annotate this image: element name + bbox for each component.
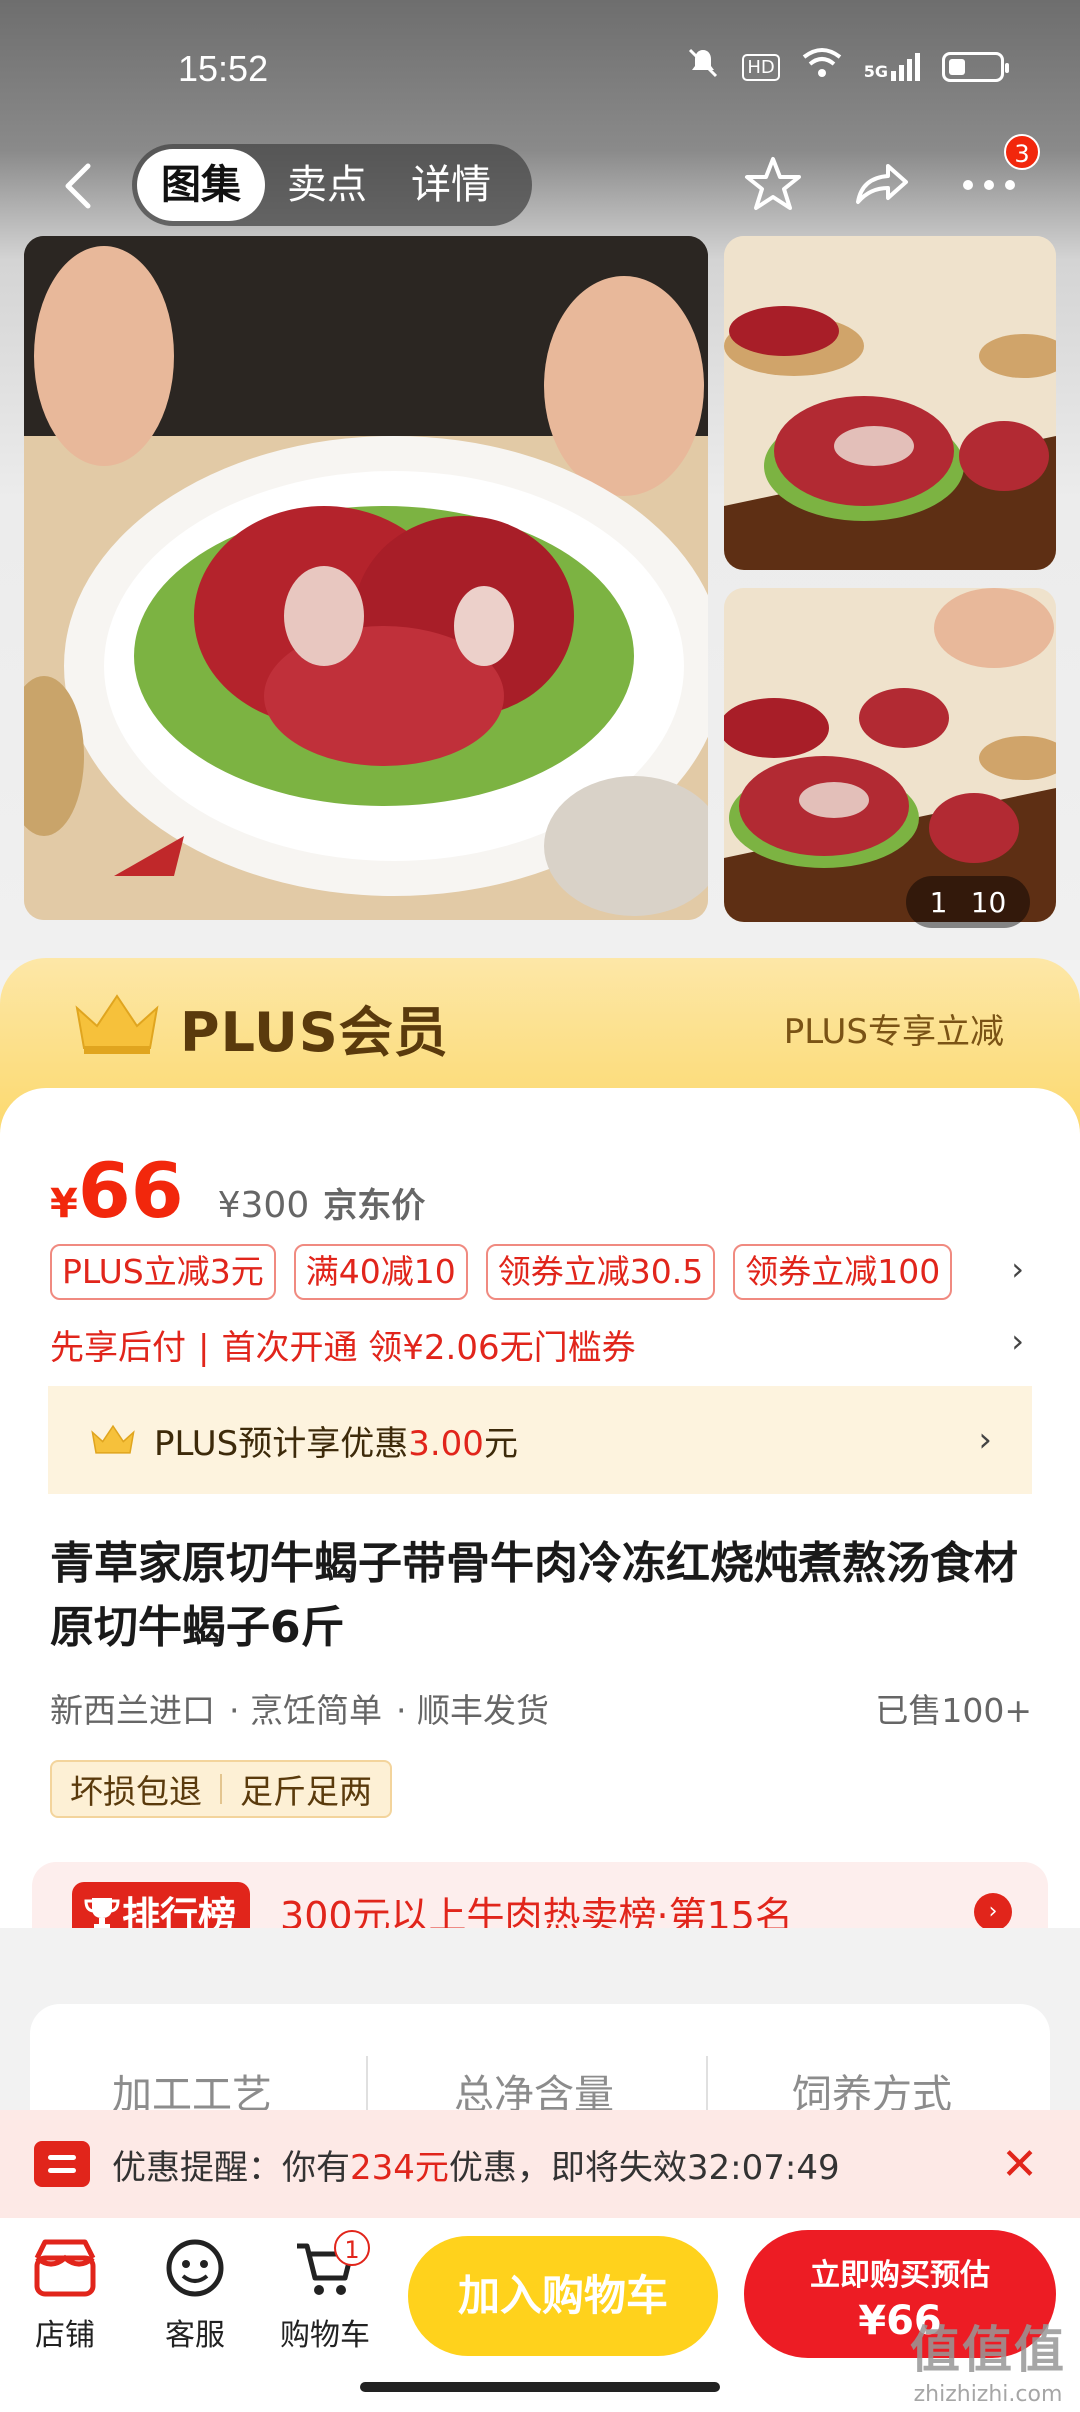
home-indicator[interactable] bbox=[360, 2382, 720, 2392]
chevron-left-icon bbox=[65, 163, 91, 209]
guarantee-item: 足斤足两 bbox=[240, 1772, 372, 1811]
nav-bar: 图集 卖点 详情 3 bbox=[0, 134, 1080, 230]
pay-later-label: 先享后付 bbox=[50, 1328, 186, 1368]
5g-signal-icon: 5G bbox=[864, 53, 920, 81]
price-row: ¥ 66 ¥300 京东价 bbox=[50, 1146, 425, 1235]
pay-later-offer: 首次开通 领¥2.06无门槛券 bbox=[221, 1328, 636, 1368]
share-button[interactable] bbox=[848, 152, 914, 218]
crown-icon bbox=[75, 994, 159, 1054]
site-watermark: 值值值 zhizhizhi.com bbox=[910, 2310, 1066, 2407]
cart-button[interactable]: 1 购物车 bbox=[270, 2230, 380, 2354]
product-features: 新西兰进口 · 烹饪简单 · 顺丰发货 bbox=[50, 1684, 549, 1732]
divider bbox=[706, 2056, 708, 2116]
divider bbox=[220, 1774, 222, 1804]
watermark-logo: 值值值 bbox=[910, 2321, 1066, 2379]
status-bar: 15:52 HD 5G bbox=[0, 0, 1080, 130]
discount-reminder-bar[interactable]: 优惠提醒：你有234元优惠，即将失效32:07:49 ✕ bbox=[0, 2110, 1080, 2218]
promo-tags[interactable]: PLUS立减3元 满40减10 领券立减30.5 领券立减100 bbox=[50, 1244, 953, 1300]
promo-more-icon[interactable]: › bbox=[1011, 1250, 1024, 1288]
status-icons: HD 5G bbox=[686, 46, 1009, 88]
more-dots-icon bbox=[963, 180, 1015, 190]
beef-board-image bbox=[724, 236, 1056, 570]
watermark-url: zhizhizhi.com bbox=[913, 2382, 1063, 2407]
close-icon[interactable]: ✕ bbox=[1001, 2139, 1038, 2190]
gallery-counter: 1 10 bbox=[906, 876, 1030, 928]
price-symbol: ¥ bbox=[50, 1181, 78, 1227]
status-time: 15:52 bbox=[178, 48, 269, 89]
spec-section: 加工工艺 总净含量 饲养方式 bbox=[0, 1928, 1080, 2204]
feature-item: · 烹饪简单 bbox=[229, 1691, 382, 1730]
shop-label: 店铺 bbox=[35, 2318, 95, 2353]
beef-hand-image bbox=[724, 588, 1056, 922]
guarantee-badges[interactable]: 坏损包退 足斤足两 bbox=[50, 1760, 392, 1818]
back-button[interactable] bbox=[52, 158, 108, 214]
promo-tag[interactable]: PLUS立减3元 bbox=[50, 1244, 276, 1300]
reminder-text: 优惠提醒：你有234元优惠，即将失效32:07:49 bbox=[112, 2147, 840, 2188]
plus-estimate-text: PLUS预计享优惠3.00元 bbox=[154, 1423, 518, 1464]
plus-exclusive-label: PLUS专享立减 bbox=[783, 1012, 1004, 1052]
buy-now-label: 立即购买预估 bbox=[810, 2258, 990, 2293]
product-title: 青草家原切牛蝎子带骨牛肉冷冻红烧炖煮熬汤食材 原切牛蝎子6斤 bbox=[50, 1538, 1018, 1653]
divider: | bbox=[198, 1328, 210, 1368]
gallery-area: 15:52 HD 5G 图集 卖点 详情 3 1 10 bbox=[0, 0, 1080, 960]
customer-service-icon bbox=[166, 2239, 224, 2297]
original-price-label: 京东价 bbox=[323, 1186, 426, 1226]
shop-button[interactable]: 店铺 bbox=[10, 2236, 120, 2354]
beef-plate-image bbox=[24, 236, 708, 920]
tab-details[interactable]: 详情 bbox=[389, 149, 513, 221]
chevron-right-icon: › bbox=[974, 1893, 1012, 1931]
original-price: ¥300 bbox=[217, 1185, 310, 1226]
pay-later-chevron-icon[interactable]: › bbox=[1011, 1322, 1024, 1360]
tab-selling-points[interactable]: 卖点 bbox=[265, 149, 389, 221]
more-button[interactable]: 3 bbox=[956, 134, 1040, 218]
feature-item: 新西兰进口 bbox=[50, 1691, 215, 1730]
product-image-main[interactable] bbox=[24, 236, 708, 920]
promo-tag[interactable]: 领券立减100 bbox=[733, 1244, 953, 1300]
chevron-right-icon: › bbox=[978, 1420, 992, 1460]
promo-tag[interactable]: 领券立减30.5 bbox=[485, 1244, 716, 1300]
cart-badge: 1 bbox=[334, 2230, 370, 2266]
shop-icon bbox=[34, 2239, 96, 2297]
plus-title: PLUS会员 bbox=[180, 1001, 449, 1064]
star-icon bbox=[745, 157, 801, 210]
gallery-total: 10 bbox=[970, 885, 1007, 919]
feature-item: · 顺丰发货 bbox=[395, 1691, 549, 1730]
service-button[interactable]: 客服 bbox=[140, 2236, 250, 2354]
crown-icon bbox=[91, 1424, 135, 1454]
product-image-thumb-2[interactable] bbox=[724, 588, 1056, 922]
gallery-current: 1 bbox=[929, 885, 948, 919]
divider bbox=[366, 2056, 368, 2116]
price-value: 66 bbox=[77, 1146, 184, 1235]
service-label: 客服 bbox=[165, 2318, 225, 2353]
pay-later-row[interactable]: 先享后付 | 首次开通 领¥2.06无门槛券 bbox=[50, 1320, 636, 1369]
wifi-icon bbox=[802, 47, 842, 87]
tab-gallery[interactable]: 图集 bbox=[137, 149, 265, 221]
more-badge: 3 bbox=[1004, 134, 1040, 170]
sold-count: 已售100+ bbox=[875, 1691, 1032, 1730]
guarantee-item: 坏损包退 bbox=[70, 1772, 202, 1811]
product-image-thumb-1[interactable] bbox=[724, 236, 1056, 570]
promo-tag[interactable]: 满40减10 bbox=[293, 1244, 468, 1300]
share-icon bbox=[856, 164, 908, 204]
favorite-button[interactable] bbox=[740, 152, 806, 218]
hd-icon: HD bbox=[742, 53, 780, 81]
gallery-segment-tabs: 图集 卖点 详情 bbox=[132, 144, 532, 226]
mute-icon bbox=[686, 46, 720, 88]
cart-label: 购物车 bbox=[280, 2318, 370, 2353]
battery-icon bbox=[942, 52, 1009, 82]
coupon-icon bbox=[34, 2141, 90, 2187]
trophy-icon bbox=[84, 1898, 120, 1928]
plus-estimate-bar[interactable]: PLUS预计享优惠3.00元 › bbox=[48, 1386, 1032, 1494]
add-to-cart-button[interactable]: 加入购物车 bbox=[408, 2236, 718, 2356]
